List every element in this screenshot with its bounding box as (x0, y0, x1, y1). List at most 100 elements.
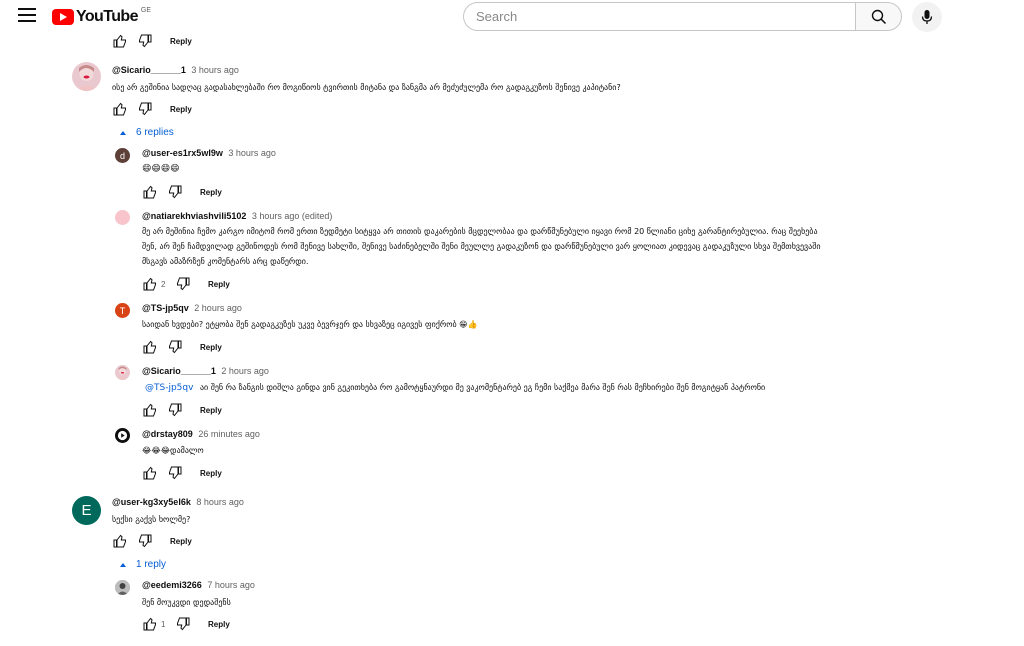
published-time[interactable]: 7 hours ago (207, 580, 255, 590)
replies-toggle-button[interactable]: 1 reply (120, 559, 166, 570)
dislike-icon[interactable] (167, 403, 182, 418)
search-box (463, 2, 855, 31)
like-icon[interactable] (112, 34, 127, 49)
published-time[interactable]: 2 hours ago (221, 366, 269, 376)
logo-text: YouTube (76, 8, 138, 25)
avatar[interactable]: E (72, 496, 101, 525)
mention-link[interactable]: @TS-jp5qv (145, 383, 193, 393)
search-button[interactable] (855, 2, 902, 31)
avatar-photo-icon (115, 580, 130, 595)
like-icon[interactable] (142, 466, 157, 481)
published-time[interactable]: 3 hours ago (228, 148, 276, 158)
avatar[interactable]: T (115, 303, 130, 318)
reply-button[interactable]: Reply (208, 280, 230, 289)
replies-toggle-button[interactable]: 6 replies (120, 127, 174, 138)
author-name[interactable]: @user-es1rx5wl9w (142, 148, 223, 158)
avatar[interactable] (115, 210, 130, 225)
microphone-icon (921, 10, 933, 24)
comment-header: @user-es1rx5wl9w 3 hours ago (142, 148, 276, 158)
reply-button[interactable]: Reply (200, 469, 222, 478)
dislike-icon[interactable] (167, 185, 182, 200)
dislike-icon[interactable] (167, 340, 182, 355)
comment-text: ისე არ გეშინია სადღაც გადასახლებაში რო მ… (112, 83, 621, 92)
dislike-icon[interactable] (167, 466, 182, 481)
comment-header: @TS-jp5qv 2 hours ago (142, 303, 242, 313)
reply-button[interactable]: Reply (200, 406, 222, 415)
comment-actions: Reply (142, 339, 222, 355)
like-icon[interactable] (142, 340, 157, 355)
youtube-play-icon (52, 9, 74, 25)
author-name[interactable]: @drstay809 (142, 429, 193, 439)
comment-text-row: @TS-jp5qv აი შენ რა ზანგის დიშლა გინდა ვ… (145, 380, 765, 396)
comment-header: @natiarekhviashvili5102 3 hours ago (edi… (142, 211, 332, 221)
dislike-icon[interactable] (175, 277, 190, 292)
author-name[interactable]: @user-kg3xy5el6k (112, 497, 191, 507)
comment-text-line: მსგავს ამაზრზენ კომენტარს არც დაწერდი. (142, 257, 309, 266)
comment-text: სექსი გაქვს ხოლმე? (112, 515, 191, 524)
search-input[interactable] (464, 3, 855, 30)
comment-header: @user-kg3xy5el6k 8 hours ago (112, 497, 244, 507)
avatar[interactable] (72, 62, 101, 91)
published-time[interactable]: 2 hours ago (194, 303, 242, 313)
like-icon[interactable] (112, 534, 127, 549)
comment-actions: Reply (142, 402, 222, 418)
comment-header: @drstay809 26 minutes ago (142, 429, 260, 439)
reply-button[interactable]: Reply (200, 188, 222, 197)
comment-header: @eedemi3266 7 hours ago (142, 580, 255, 590)
avatar[interactable]: d (115, 148, 130, 163)
avatar[interactable] (115, 580, 130, 595)
reply-button[interactable]: Reply (208, 620, 230, 629)
chevron-up-icon (120, 562, 126, 567)
chevron-up-icon (120, 130, 126, 135)
like-icon[interactable] (112, 102, 127, 117)
comment-header: @Sicario______1 3 hours ago (112, 65, 239, 75)
voice-search-button[interactable] (912, 2, 942, 32)
dislike-icon[interactable] (137, 534, 152, 549)
avatar[interactable] (115, 428, 130, 443)
author-name[interactable]: @Sicario______1 (142, 366, 216, 376)
published-time[interactable]: 8 hours ago (196, 497, 244, 507)
author-name[interactable]: @eedemi3266 (142, 580, 202, 590)
comment-actions: Reply (142, 465, 222, 481)
avatar-photo-icon (117, 366, 128, 380)
comment-text: საიდან ხვდები? ეტყობა შენ გადაგკუზეს უკვ… (142, 320, 478, 329)
reply-button[interactable]: Reply (200, 343, 222, 352)
comment-text: 😄😄😄😄 (142, 164, 180, 174)
dislike-icon[interactable] (137, 102, 152, 117)
published-time[interactable]: 3 hours ago (edited) (252, 211, 333, 221)
comment-header: @Sicario______1 2 hours ago (142, 366, 269, 376)
comment-text-line: მე არ მეშინია ჩემო კარგო იმიტომ რომ ერთი… (142, 227, 818, 236)
country-code: GE (140, 6, 151, 14)
comment-actions: Reply (112, 33, 192, 49)
comment-text: შენ მოუკვდი დედაშენს (142, 598, 231, 607)
avatar[interactable] (115, 365, 130, 380)
reply-button[interactable]: Reply (170, 537, 192, 546)
author-name[interactable]: @natiarekhviashvili5102 (142, 211, 246, 221)
dislike-icon[interactable] (175, 617, 190, 632)
like-icon[interactable] (142, 277, 157, 292)
reply-button[interactable]: Reply (170, 37, 192, 46)
like-icon[interactable] (142, 403, 157, 418)
replies-count: 1 reply (136, 559, 167, 570)
author-name[interactable]: @TS-jp5qv (142, 303, 189, 313)
play-logo-icon (117, 430, 128, 441)
dislike-icon[interactable] (137, 34, 152, 49)
comment-actions: 2 Reply (142, 276, 230, 292)
published-time[interactable]: 3 hours ago (191, 65, 239, 75)
like-icon[interactable] (142, 185, 157, 200)
comment-actions: Reply (112, 101, 192, 117)
comment-text: აი შენ რა ზანგის დიშლა გინდა ვინ გეკითხე… (199, 383, 766, 392)
like-icon[interactable] (142, 617, 157, 632)
reply-button[interactable]: Reply (170, 105, 192, 114)
comments-section: Reply @Sicario______1 3 hours ago ისე არ… (0, 0, 1024, 646)
comment-actions: Reply (112, 533, 192, 549)
published-time[interactable]: 26 minutes ago (198, 429, 260, 439)
avatar-photo-icon (76, 65, 97, 91)
menu-icon[interactable] (18, 8, 36, 24)
search-icon (871, 9, 887, 25)
youtube-logo[interactable]: YouTube GE (52, 6, 151, 26)
like-count: 2 (161, 279, 166, 289)
comment-actions: 1 Reply (142, 616, 230, 632)
masthead: YouTube GE (0, 0, 1024, 34)
author-name[interactable]: @Sicario______1 (112, 65, 186, 75)
